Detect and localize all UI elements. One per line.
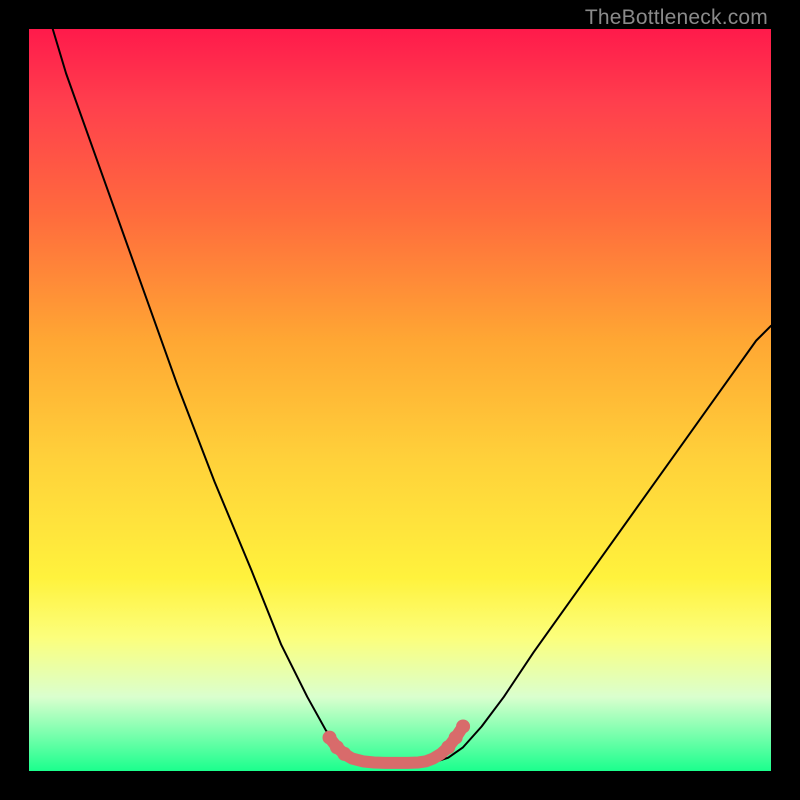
chart-svg bbox=[29, 29, 771, 771]
trough-dot bbox=[456, 719, 470, 733]
plot-area bbox=[29, 29, 771, 771]
chart-frame: TheBottleneck.com bbox=[0, 0, 800, 800]
watermark-text: TheBottleneck.com bbox=[585, 6, 768, 30]
trough-dot bbox=[337, 747, 351, 761]
bottleneck-curve bbox=[53, 29, 771, 763]
